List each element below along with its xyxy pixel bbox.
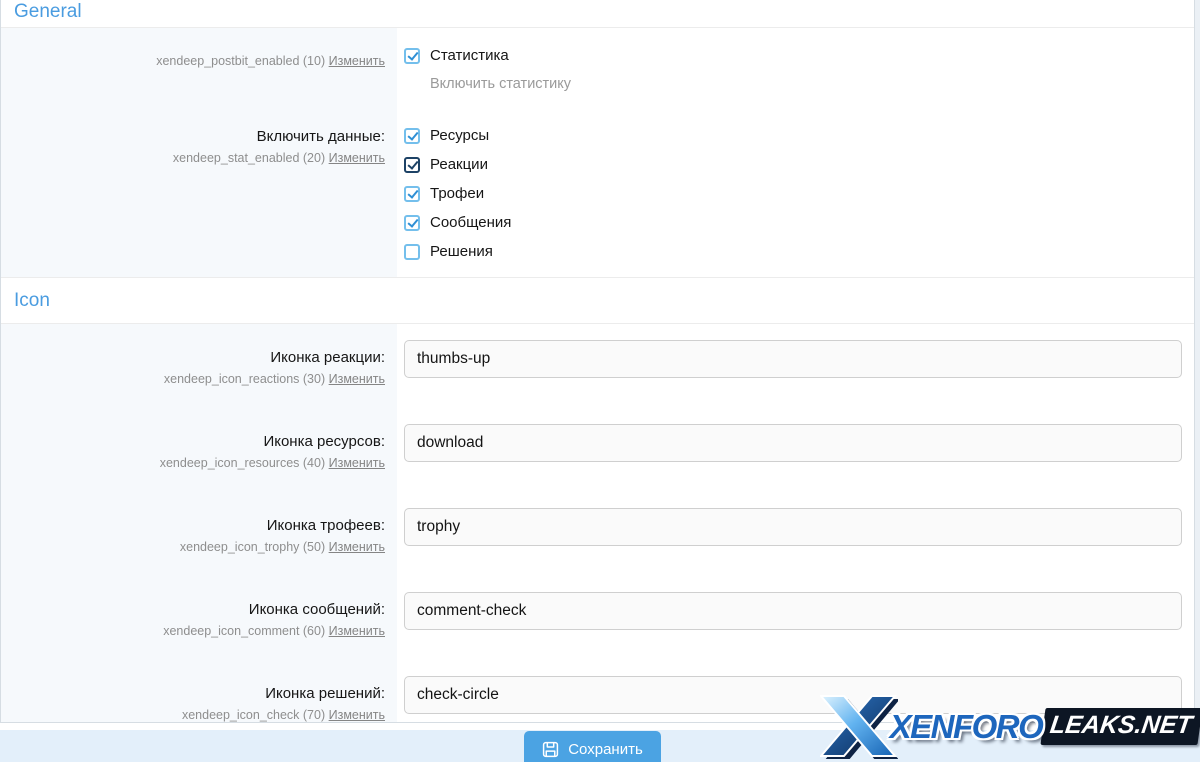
checkbox-icon [404, 186, 420, 202]
page-background-sliver [1195, 0, 1200, 723]
checkbox-icon [404, 244, 420, 260]
checkbox-resources[interactable]: Ресурсы [404, 127, 1182, 144]
option-meta: xendeep_icon_comment (60) Изменить [1, 622, 385, 640]
option-row-icon-resources: Иконка ресурсов: xendeep_icon_resources … [1, 408, 1194, 492]
save-button-label: Сохранить [568, 741, 643, 758]
options-panel: General xendeep_postbit_enabled (10) Изм… [0, 0, 1195, 723]
option-hint: Включить статистику [430, 76, 1182, 92]
option-meta: xendeep_stat_enabled (20) Изменить [1, 149, 385, 167]
floppy-disk-icon [542, 741, 559, 758]
option-row-icon-comment: Иконка сообщений: xendeep_icon_comment (… [1, 576, 1194, 660]
option-control-cell [397, 576, 1194, 660]
option-title: Иконка трофеев: [1, 516, 385, 536]
option-title: Включить данные: [1, 127, 385, 147]
option-meta: xendeep_icon_resources (40) Изменить [1, 454, 385, 472]
option-id-text: xendeep_stat_enabled (20) [173, 151, 325, 165]
checkbox-trophies[interactable]: Трофеи [404, 185, 1182, 202]
icon-comment-input[interactable] [404, 592, 1182, 630]
option-meta: xendeep_icon_trophy (50) Изменить [1, 538, 385, 556]
checkbox-solutions[interactable]: Решения [404, 243, 1182, 260]
checkbox-label: Ресурсы [430, 127, 489, 144]
save-button[interactable]: Сохранить [524, 731, 661, 762]
option-meta: xendeep_postbit_enabled (10) Изменить [1, 52, 385, 70]
option-row-icon-trophy: Иконка трофеев: xendeep_icon_trophy (50)… [1, 492, 1194, 576]
checkbox-label: Статистика [430, 47, 509, 64]
edit-link[interactable]: Изменить [329, 708, 385, 722]
option-control-cell [397, 660, 1194, 723]
checkbox-label: Решения [430, 243, 493, 260]
option-id-text: xendeep_postbit_enabled (10) [156, 54, 325, 68]
checkbox-label: Трофеи [430, 185, 484, 202]
option-id-text: xendeep_icon_reactions (30) [164, 372, 325, 386]
section-header-icon: Icon [1, 277, 1194, 324]
icon-reactions-input[interactable] [404, 340, 1182, 378]
edit-link[interactable]: Изменить [329, 151, 385, 165]
option-row-icon-reactions: Иконка реакции: xendeep_icon_reactions (… [1, 324, 1194, 408]
icon-section-block: Иконка реакции: xendeep_icon_reactions (… [1, 324, 1194, 723]
option-control-cell [397, 408, 1194, 492]
option-label-cell: Иконка ресурсов: xendeep_icon_resources … [1, 408, 397, 492]
option-title: Иконка сообщений: [1, 600, 385, 620]
option-meta: xendeep_icon_reactions (30) Изменить [1, 370, 385, 388]
option-label-cell: Иконка сообщений: xendeep_icon_comment (… [1, 576, 397, 660]
checkbox-messages[interactable]: Сообщения [404, 214, 1182, 231]
icon-check-input[interactable] [404, 676, 1182, 714]
option-title: Иконка реакции: [1, 348, 385, 368]
section-title: Icon [14, 290, 50, 311]
checkbox-reactions[interactable]: Реакции [404, 156, 1182, 173]
edit-link[interactable]: Изменить [329, 54, 385, 68]
option-label-cell: Включить данные: xendeep_stat_enabled (2… [1, 117, 397, 277]
checkbox-icon [404, 215, 420, 231]
option-row-icon-check: Иконка решений: xendeep_icon_check (70) … [1, 660, 1194, 723]
option-label-cell: Иконка реакции: xendeep_icon_reactions (… [1, 324, 397, 408]
option-title: Иконка ресурсов: [1, 432, 385, 452]
edit-link[interactable]: Изменить [329, 372, 385, 386]
option-id-text: xendeep_icon_trophy (50) [180, 540, 325, 554]
checkbox-statistics[interactable]: Статистика [404, 47, 1182, 64]
checkbox-label: Реакции [430, 156, 488, 173]
edit-link[interactable]: Изменить [329, 540, 385, 554]
icon-resources-input[interactable] [404, 424, 1182, 462]
option-title: Иконка решений: [1, 684, 385, 704]
icon-trophy-input[interactable] [404, 508, 1182, 546]
option-control-cell [397, 324, 1194, 408]
checkbox-icon [404, 128, 420, 144]
option-id-text: xendeep_icon_check (70) [182, 708, 325, 722]
option-label-cell: Иконка трофеев: xendeep_icon_trophy (50)… [1, 492, 397, 576]
edit-link[interactable]: Изменить [329, 624, 385, 638]
option-row-stat-enabled: Включить данные: xendeep_stat_enabled (2… [1, 117, 1194, 277]
general-section-block: xendeep_postbit_enabled (10) Изменить Ст… [1, 28, 1194, 277]
option-id-text: xendeep_icon_comment (60) [163, 624, 325, 638]
section-title: General [14, 1, 82, 22]
option-row-postbit-enabled: xendeep_postbit_enabled (10) Изменить Ст… [1, 28, 1194, 117]
option-control-cell [397, 492, 1194, 576]
option-meta: xendeep_icon_check (70) Изменить [1, 706, 385, 723]
option-id-text: xendeep_icon_resources (40) [160, 456, 325, 470]
option-label-cell: xendeep_postbit_enabled (10) Изменить [1, 28, 397, 117]
option-label-cell: Иконка решений: xendeep_icon_check (70) … [1, 660, 397, 723]
edit-link[interactable]: Изменить [329, 456, 385, 470]
option-control-cell: Ресурсы Реакции Трофеи Сообщения Решения [397, 117, 1194, 277]
checkbox-icon [404, 48, 420, 64]
section-header-general: General [1, 0, 1194, 28]
checkbox-icon [404, 157, 420, 173]
option-control-cell: Статистика Включить статистику [397, 28, 1194, 117]
checkbox-label: Сообщения [430, 214, 511, 231]
